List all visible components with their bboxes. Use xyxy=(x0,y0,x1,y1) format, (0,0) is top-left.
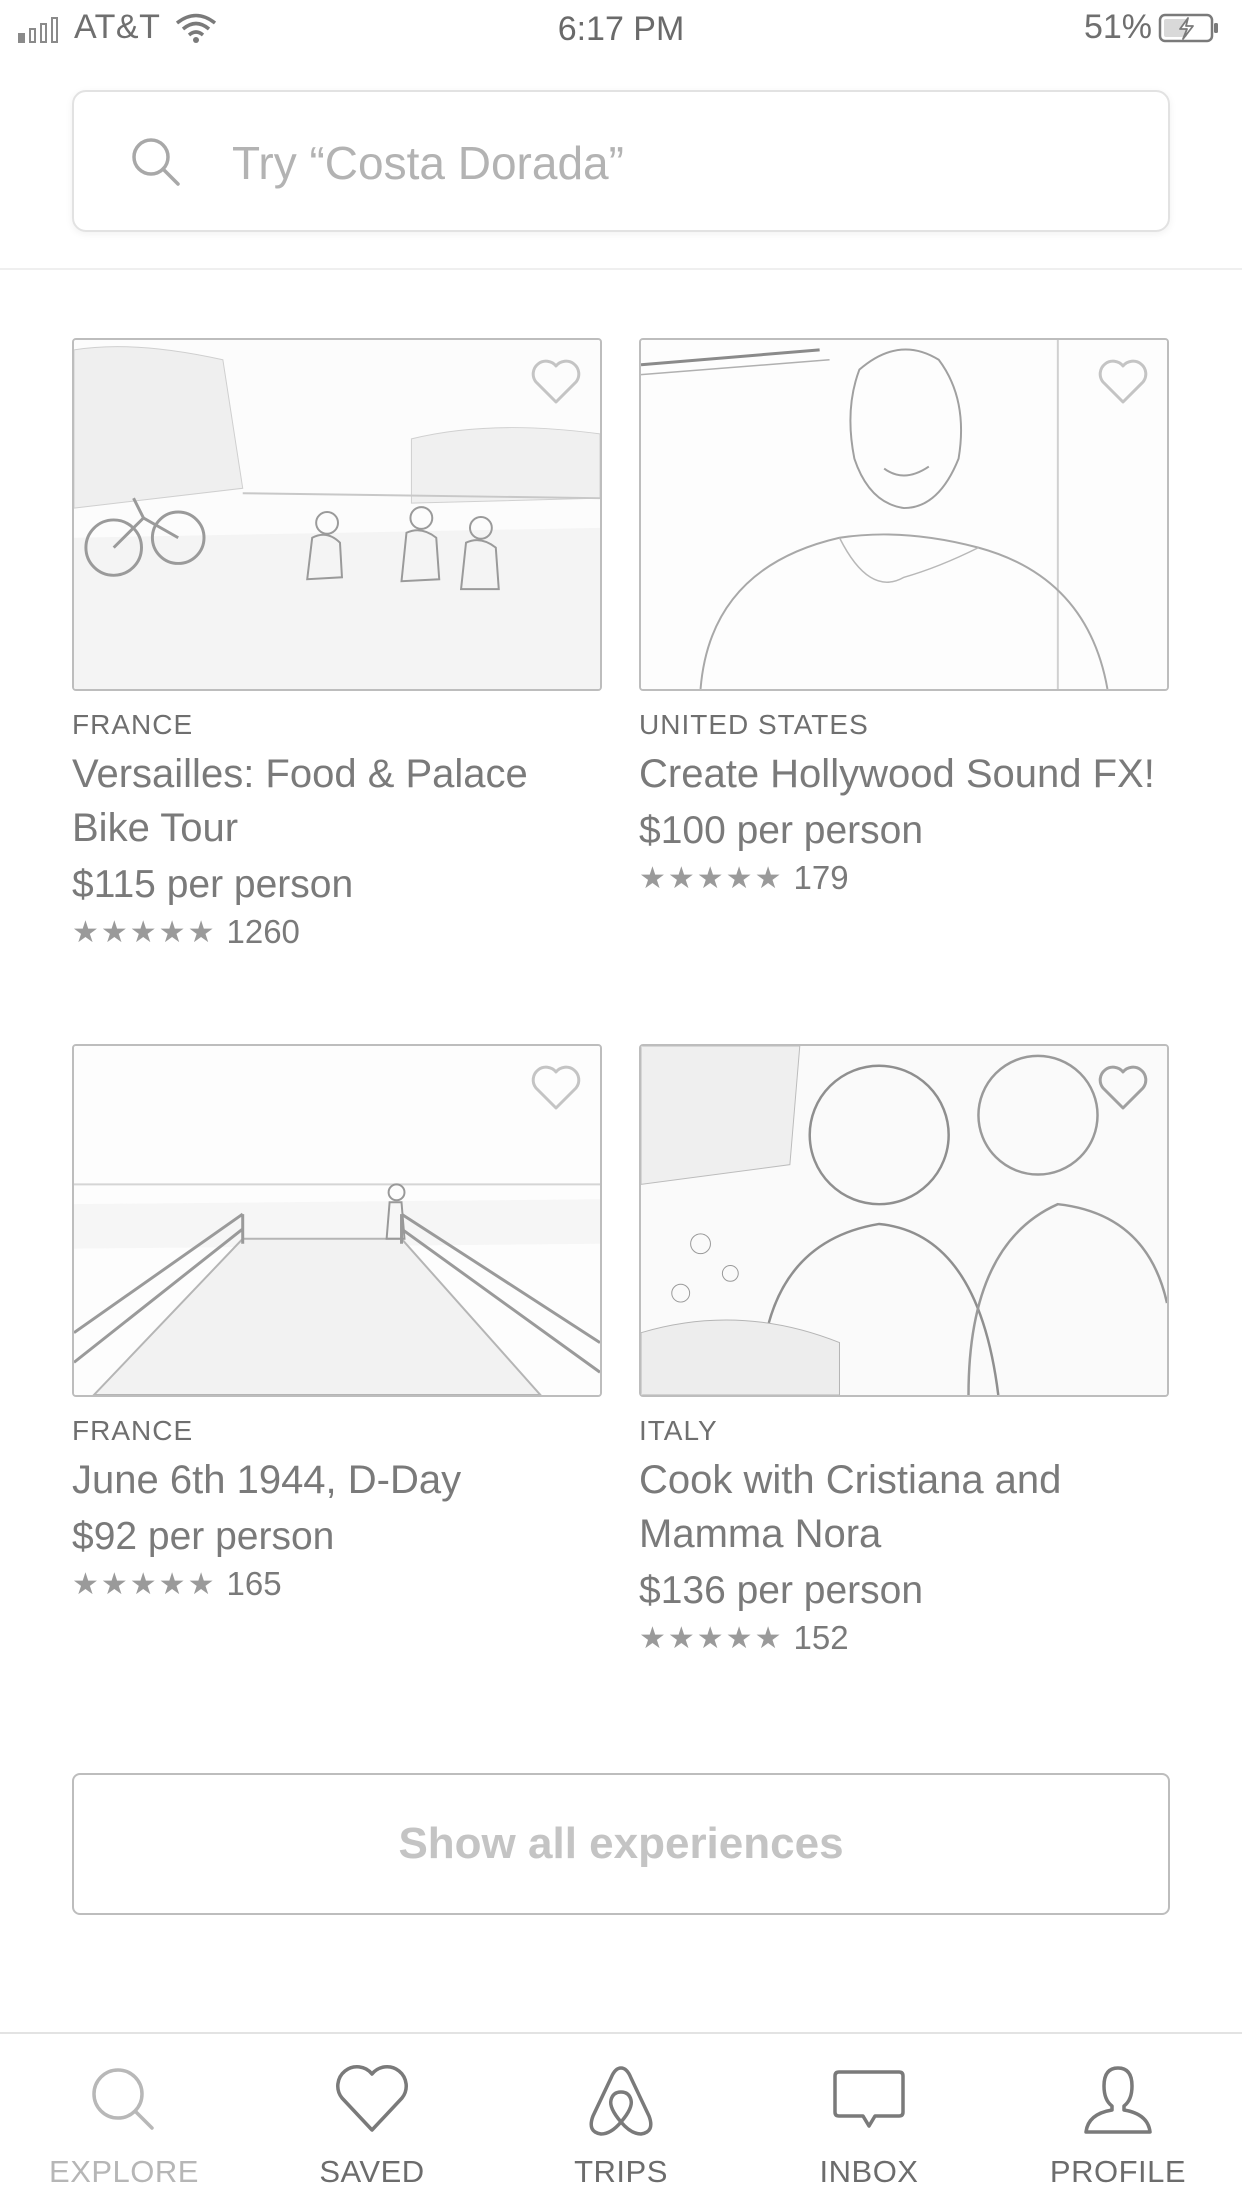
tab-label: TRIPS xyxy=(574,2154,668,2189)
tab-label: EXPLORE xyxy=(49,2154,199,2189)
tab-label: INBOX xyxy=(819,2154,919,2189)
tab-trips[interactable]: TRIPS xyxy=(521,2060,721,2190)
experience-title[interactable]: Versailles: Food & Palace Bike Tour xyxy=(72,747,602,855)
search-input[interactable]: Try “Costa Dorada” xyxy=(72,90,1170,232)
search-header: Try “Costa Dorada” xyxy=(0,60,1242,270)
review-count: 165 xyxy=(226,1565,282,1602)
cooking-photo xyxy=(641,1046,1167,1395)
experience-title[interactable]: Create Hollywood Sound FX! xyxy=(639,747,1169,801)
experience-rating: ★★★★★ 1260 xyxy=(72,913,602,951)
tab-profile[interactable]: PROFILE xyxy=(1018,2060,1218,2190)
chat-bubble-icon xyxy=(833,2070,905,2128)
experience-card[interactable]: UNITED STATES Create Hollywood Sound FX!… xyxy=(639,338,1169,897)
experience-card[interactable]: FRANCE June 6th 1944, D-Day $92 per pers… xyxy=(72,1044,602,1603)
experience-rating: ★★★★★ 165 xyxy=(72,1565,602,1603)
experience-card[interactable]: ITALY Cook with Cristiana and Mamma Nora… xyxy=(639,1044,1169,1657)
star-rating-icon: ★★★★★ xyxy=(639,1621,784,1655)
review-count: 152 xyxy=(793,1619,849,1656)
search-placeholder: Try “Costa Dorada” xyxy=(232,137,624,189)
picnic-photo xyxy=(74,340,600,689)
status-time: 6:17 PM xyxy=(557,10,685,48)
experience-rating: ★★★★★ 179 xyxy=(639,859,1169,897)
tab-saved[interactable]: SAVED xyxy=(272,2060,472,2190)
experience-country: ITALY xyxy=(639,1415,718,1446)
experience-price: $115 per person xyxy=(72,863,354,906)
tab-bar: EXPLORE SAVED TRIPS INBOX PROFILE xyxy=(0,2032,1242,2208)
status-bar: AT&T 6:17 PM 51% xyxy=(0,0,1242,60)
experience-image[interactable] xyxy=(639,1044,1169,1397)
battery-percentage: 51% xyxy=(1083,8,1152,46)
experience-price: $100 per person xyxy=(639,809,924,852)
tab-label: PROFILE xyxy=(1049,2154,1187,2189)
search-icon xyxy=(132,138,180,186)
experience-price: $136 per person xyxy=(639,1569,924,1612)
show-all-experiences-button[interactable]: Show all experiences xyxy=(72,1773,1170,1915)
review-count: 179 xyxy=(793,859,849,896)
experience-image[interactable] xyxy=(72,338,602,691)
experience-image[interactable] xyxy=(72,1044,602,1397)
experience-country: FRANCE xyxy=(72,709,194,740)
heart-icon[interactable] xyxy=(530,358,582,406)
experience-title[interactable]: June 6th 1944, D-Day xyxy=(72,1453,602,1507)
star-rating-icon: ★★★★★ xyxy=(72,915,217,949)
heart-icon[interactable] xyxy=(1097,1064,1149,1112)
experience-image[interactable] xyxy=(639,338,1169,691)
experience-price: $92 per person xyxy=(72,1515,335,1558)
pier-photo xyxy=(74,1046,600,1395)
heart-icon[interactable] xyxy=(530,1064,582,1112)
heart-icon[interactable] xyxy=(1097,358,1149,406)
heart-icon xyxy=(336,2065,408,2132)
experience-country: FRANCE xyxy=(72,1415,194,1446)
tab-label: SAVED xyxy=(319,2154,425,2189)
star-rating-icon: ★★★★★ xyxy=(72,1567,217,1601)
experience-card[interactable]: FRANCE Versailles: Food & Palace Bike To… xyxy=(72,338,602,951)
experience-rating: ★★★★★ 152 xyxy=(639,1619,1169,1657)
person-icon xyxy=(1084,2066,1152,2134)
portrait-photo xyxy=(641,340,1167,689)
tab-inbox[interactable]: INBOX xyxy=(769,2060,969,2190)
star-rating-icon: ★★★★★ xyxy=(639,861,784,895)
tab-explore[interactable]: EXPLORE xyxy=(24,2060,224,2190)
battery-charging-icon xyxy=(1158,13,1218,42)
experience-title[interactable]: Cook with Cristiana and Mamma Nora xyxy=(639,1453,1169,1561)
experience-country: UNITED STATES xyxy=(639,709,869,740)
search-icon xyxy=(92,2068,154,2130)
airbnb-logo-icon xyxy=(589,2066,653,2136)
review-count: 1260 xyxy=(226,913,300,950)
status-right: 51% xyxy=(1084,8,1220,47)
